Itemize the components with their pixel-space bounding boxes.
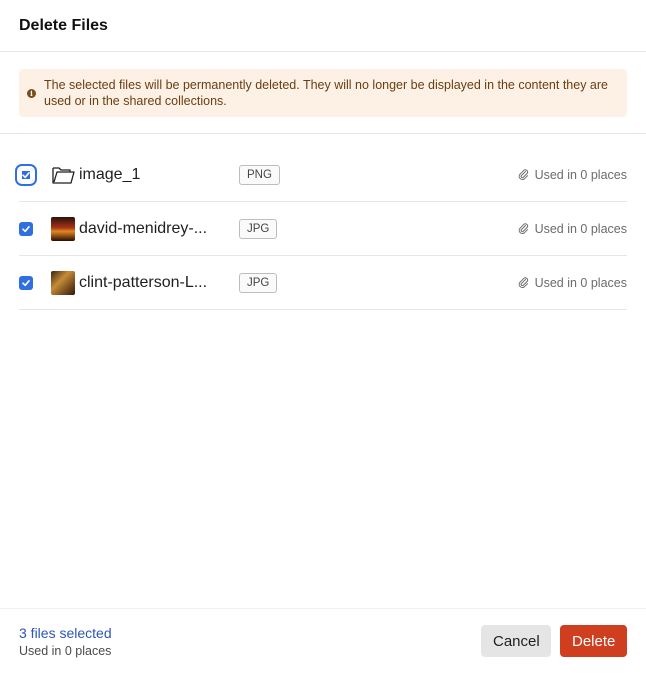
dialog-footer: 3 files selected Used in 0 places Cancel… [0, 608, 646, 673]
file-type-badge: PNG [239, 164, 280, 185]
file-checkbox[interactable] [15, 163, 37, 186]
file-type-badge: JPG [239, 272, 278, 293]
file-list: image_1 PNG Used in 0 places david-menid… [0, 148, 646, 310]
image-thumbnail [51, 216, 75, 241]
link-icon [518, 168, 528, 180]
warning-banner: i The selected files will be permanently… [19, 69, 627, 117]
dialog-header: Delete Files [0, 0, 646, 52]
link-icon [518, 276, 528, 288]
dialog-title: Delete Files [19, 16, 108, 34]
link-icon [518, 222, 528, 234]
info-icon: i [27, 89, 36, 98]
file-name: david-menidrey-... [79, 219, 208, 237]
file-usage-text: Used in 0 places [534, 167, 627, 182]
file-usage: Used in 0 places [518, 276, 627, 290]
file-name: clint-patterson-L... [79, 273, 208, 291]
check-icon [22, 171, 30, 178]
file-row: image_1 PNG Used in 0 places [15, 148, 627, 202]
file-usage-text: Used in 0 places [534, 221, 627, 236]
file-usage-text: Used in 0 places [534, 275, 627, 290]
divider [0, 133, 646, 134]
selection-summary: 3 files selected Used in 0 places [19, 625, 112, 658]
file-row: clint-patterson-L... JPG Used in 0 place… [19, 256, 627, 310]
selected-count: 3 files selected [19, 624, 112, 641]
folder-icon [51, 163, 75, 187]
file-type-badge: JPG [239, 218, 278, 239]
image-thumbnail [51, 270, 75, 295]
warning-text: The selected files will be permanently d… [44, 78, 608, 108]
file-row: david-menidrey-... JPG Used in 0 places [19, 202, 627, 256]
check-icon [22, 279, 30, 286]
file-usage: Used in 0 places [518, 168, 627, 182]
file-checkbox[interactable] [19, 275, 33, 290]
check-icon [22, 225, 30, 232]
file-usage: Used in 0 places [518, 222, 627, 236]
dialog-actions: Cancel Delete [481, 625, 627, 657]
delete-button[interactable]: Delete [560, 625, 627, 657]
file-checkbox[interactable] [19, 221, 33, 236]
cancel-button[interactable]: Cancel [481, 625, 551, 657]
file-name: image_1 [79, 165, 141, 183]
selected-usage: Used in 0 places [19, 643, 112, 658]
